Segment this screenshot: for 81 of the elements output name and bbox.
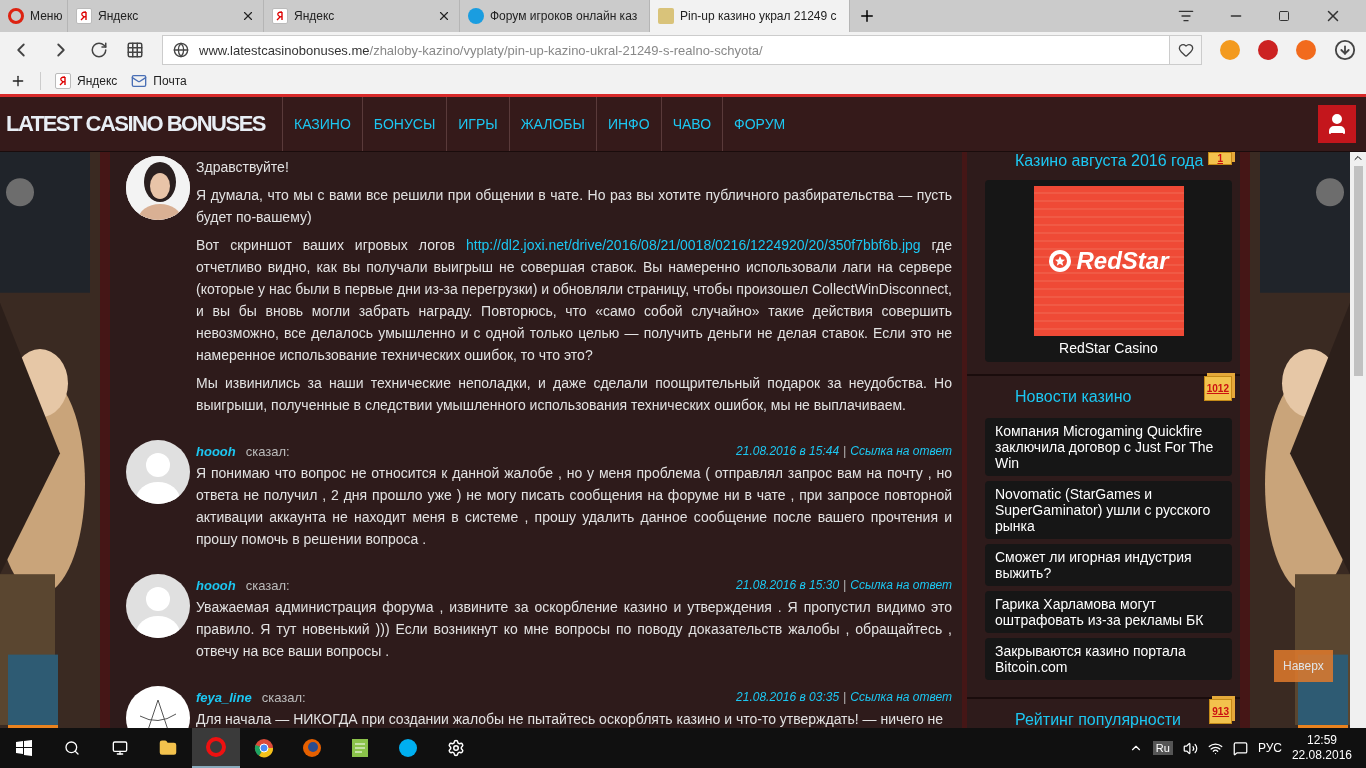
browser-tab[interactable]: Яндекс <box>264 0 460 32</box>
reload-icon[interactable] <box>90 41 108 59</box>
news-link[interactable]: Закрываются казино портала Bitcoin.com <box>985 638 1232 680</box>
comment-text: Уважаемая администрация форума , извините за оскорбление казино и утверждения . Я пропустил видимо это правило. Я тут новенький ))) Если возникнут ко мне вопросы по поводу доказательств жалобы , обращайтесь , отвечу на все ваши вопросы . <box>196 598 952 661</box>
image-link[interactable]: http://dl2.joxi.net/drive/2016/08/21/0018/0216/1224920/20/350f7bbf6b.jpg <box>466 237 921 253</box>
comment-text: Я понимаю что вопрос не относится к данной жалобе , но у меня проблема ( отправлял запрос вам на почту , но ответа не получил , 2 дня прошло уже ) не могу писать сообщения на форуме ни в чате , при запросе повторной активации аккаунта не находит меня в системе , прошу удалить данное сообщение после вашего прочтения и прошу помочь в решении вопроса . <box>196 464 952 549</box>
comment-text: Я думала, что мы с вами все решили при общении в чате. Но раз вы хотите публичного разбирательства — пусть будет по-вашему) <box>196 186 952 227</box>
nav-link[interactable]: БОНУСЫ <box>361 97 447 151</box>
casino-name: RedStar Casino <box>1059 340 1158 356</box>
said-label: сказал: <box>261 689 306 705</box>
widget-title: Рейтинг популярности <box>1014 711 1182 728</box>
nav-link[interactable]: ИГРЫ <box>446 97 509 151</box>
nav-link[interactable]: КАЗИНО <box>282 97 362 151</box>
news-link[interactable]: Гарика Харламова могут оштрафовать из-за рекламы БК <box>985 591 1232 633</box>
extension-icon[interactable] <box>1258 40 1278 60</box>
separator: | <box>843 690 847 704</box>
author-link[interactable]: hoooh <box>196 443 236 459</box>
browser-tab[interactable]: Pin-up казино украл 21249 с <box>650 0 850 32</box>
date-link[interactable]: 21.08.2016 в 15:30 <box>736 578 840 592</box>
news-link[interactable]: Сможет ли игорная индустрия выжить? <box>985 544 1232 586</box>
reply-link[interactable]: Ссылка на ответ <box>850 690 952 704</box>
bookmark-link[interactable]: Почта <box>153 74 187 88</box>
scroll-thumb[interactable] <box>1353 166 1363 376</box>
download-icon[interactable] <box>1334 39 1356 61</box>
opera-icon <box>8 8 24 24</box>
author-link[interactable]: hoooh <box>196 577 236 593</box>
yandex-icon <box>76 8 92 24</box>
date-link[interactable]: 21.08.2016 в 15:44 <box>736 444 840 458</box>
close-icon[interactable] <box>437 9 451 23</box>
opera-icon[interactable] <box>192 728 240 768</box>
heart-icon <box>1177 42 1194 58</box>
yandex-icon <box>55 73 71 89</box>
site-logo[interactable]: LATEST CASINO BONUSES <box>6 110 265 138</box>
comment-text: Мы извинились за наши технические неполадки, и даже сделали поощрительный подарок за неудобства. Но выигрыши, полученные в следствии умышленного использования технических ошибок, мы не выплачиваем. <box>196 374 952 415</box>
user-button[interactable] <box>1318 105 1356 143</box>
close-icon[interactable] <box>241 9 255 23</box>
avatar <box>126 156 190 220</box>
volume-icon[interactable] <box>1182 740 1198 756</box>
globe-icon <box>173 42 189 58</box>
nav-link[interactable]: ЧАВО <box>660 97 723 151</box>
nav-link[interactable]: ЖАЛОБЫ <box>508 97 596 151</box>
news-link[interactable]: Компания Microgaming Quickfire заключила договор с Just For The Win <box>985 418 1232 476</box>
notifications-icon[interactable] <box>1232 740 1248 756</box>
date-link[interactable]: 21.08.2016 в 03:35 <box>736 690 840 704</box>
new-tab-icon[interactable] <box>858 7 876 25</box>
author-link[interactable]: feya_line <box>196 689 252 705</box>
mail-icon <box>131 73 148 89</box>
bookmark-heart-button[interactable] <box>1169 36 1201 64</box>
count-badge: 1 <box>1208 152 1232 165</box>
widget-title: Новости казино <box>1014 388 1133 406</box>
extension-icon[interactable] <box>1296 40 1316 60</box>
browser-tab[interactable]: Яндекс <box>68 0 264 32</box>
count-badge: 913 <box>1209 699 1232 724</box>
nav-link[interactable]: ИНФО <box>595 97 661 151</box>
reply-link[interactable]: Ссылка на ответ <box>850 444 952 458</box>
maximize-icon[interactable] <box>1278 10 1290 22</box>
add-bookmark-icon[interactable] <box>10 73 26 89</box>
news-link[interactable]: Novomatic (StarGames и SuperGaminator) ушли с русского рынка <box>985 481 1232 539</box>
network-icon[interactable] <box>1207 740 1223 756</box>
windows-icon <box>16 740 32 756</box>
widget-title: Казино августа 2016 года <box>1014 152 1205 170</box>
nav-link[interactable]: ФОРУМ <box>722 97 797 151</box>
speed-dial-icon[interactable] <box>126 41 144 59</box>
bookmark-link[interactable]: Яндекс <box>77 74 118 88</box>
yandex-icon <box>272 8 288 24</box>
clock[interactable]: 12:59 22.08.2016 <box>1291 733 1352 763</box>
separator: | <box>843 578 847 592</box>
count-badge: 1012 <box>1203 376 1232 401</box>
separator: | <box>843 444 847 458</box>
comment-text: Для начала — НИКОГДА при создании жалобы не пытайтесь оскорблять казино и что-то утверждать! — ничего не <box>196 710 945 728</box>
said-label: сказал: <box>245 577 290 593</box>
said-label: сказал: <box>245 443 290 459</box>
tab-menu-icon[interactable] <box>1178 8 1194 24</box>
reply-link[interactable]: Ссылка на ответ <box>850 578 952 592</box>
language-badge[interactable]: Ru <box>1152 741 1173 755</box>
comment-text: Здравствуйте! <box>196 158 290 177</box>
address-field[interactable]: www.latestcasinobonuses.me/zhaloby-kazino/vyplaty/pin-up-kazino-ukral-21249-s-realno-schyota/ <box>162 35 1202 65</box>
casino-logo: RedStar <box>1033 186 1184 336</box>
comment-text: Вот скриншот ваших игровых логов http://dl2.joxi.net/drive/2016/08/21/0018/0216/1224920/20/350f7bbf6b.jpg где отчетливо видно, как вы получали выигрыш не совершая ставок. Вы намеренно использовали лаги на сервере (которые у нас были в первые дни из-за перегрузки) и обновляли страницу, чтобы произошел CollectWinDisconnect, и вы бы вновь могли забрать награду. Повторюсь, что «само собой случайно» такие действия совершить невозможно, все делалось умышленно и с одной только целью — получить деньги не делая ставок. Если это не намеренное использование технических ошибок, то что это? <box>196 236 952 365</box>
browser-tab[interactable]: Меню <box>0 0 68 32</box>
language-indicator[interactable]: РУС <box>1257 741 1282 755</box>
